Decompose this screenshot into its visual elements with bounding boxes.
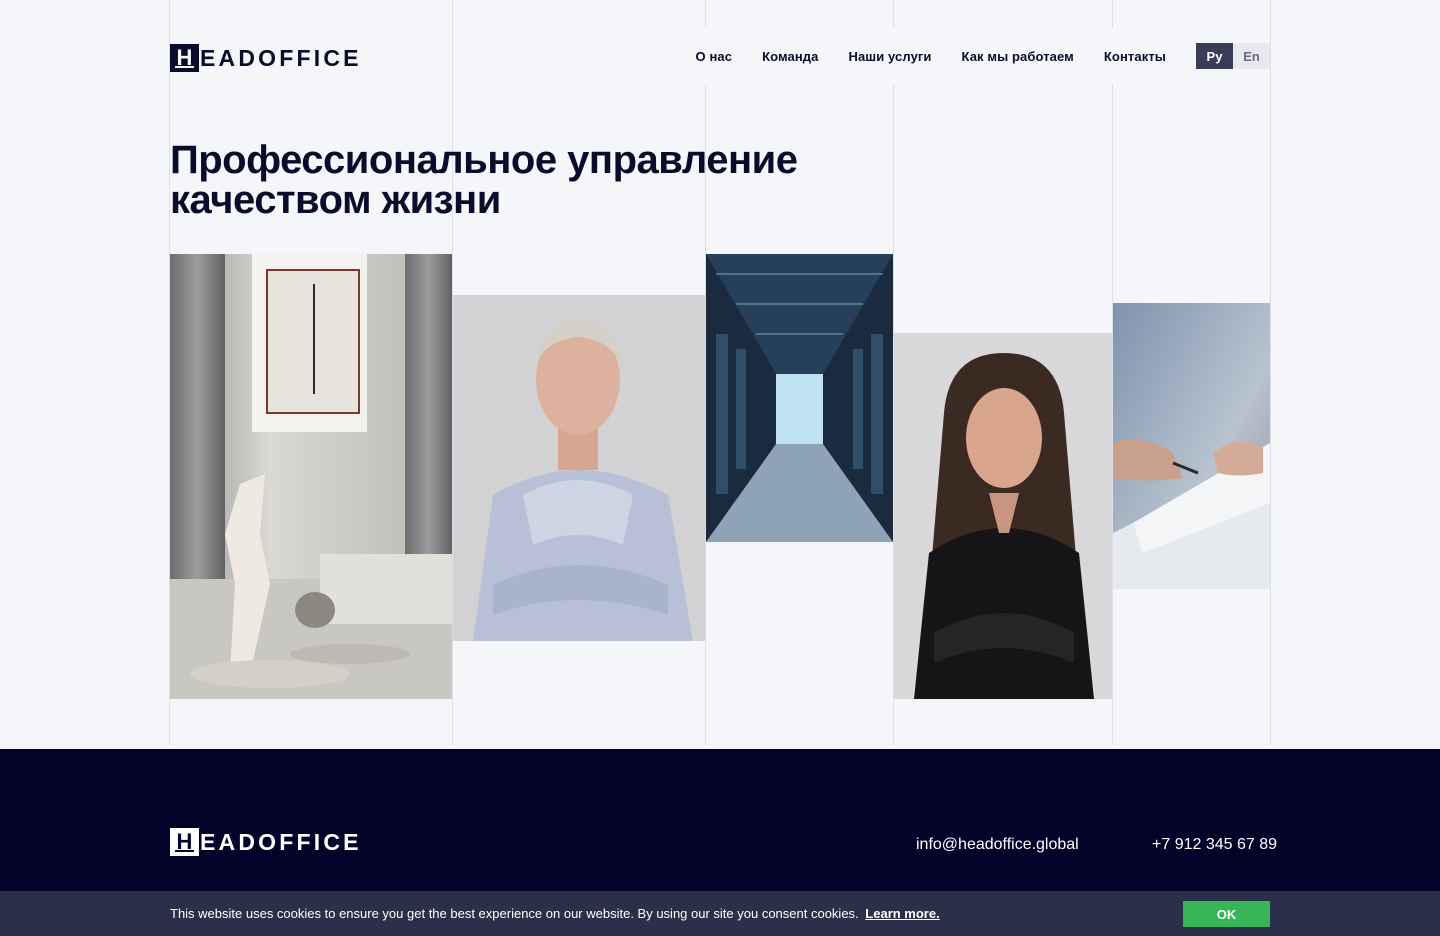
lang-en-button[interactable]: En — [1233, 43, 1270, 69]
logo-wordmark: EADOFFICE — [200, 44, 362, 71]
nav-item-about[interactable]: О нас — [696, 49, 733, 64]
logo-wordmark: EADOFFICE — [200, 828, 362, 855]
cookie-text: This website uses cookies to ensure you … — [170, 906, 859, 921]
grid-line — [1270, 0, 1271, 745]
hero-title: Профессиональное управление качеством жи… — [170, 140, 990, 220]
hero-title-line-1: Профессиональное управление — [170, 138, 798, 182]
footer-email-link[interactable]: info@headoffice.global — [916, 836, 1079, 854]
cookie-learn-more-link[interactable]: Learn more. — [865, 906, 939, 921]
nav-item-how-we-work[interactable]: Как мы работаем — [962, 49, 1074, 64]
woman-portrait-photo — [894, 333, 1112, 699]
nav-item-services[interactable]: Наши услуги — [848, 49, 931, 64]
footer-phone-link[interactable]: +7 912 345 67 89 — [1152, 836, 1277, 854]
nav-item-team[interactable]: Команда — [762, 49, 818, 64]
cookie-message: This website uses cookies to ensure you … — [170, 906, 940, 921]
man-portrait-photo — [453, 295, 705, 641]
lang-ru-button[interactable]: Ру — [1196, 43, 1233, 69]
main-nav: О нас Команда Наши услуги Как мы работае… — [685, 28, 1270, 84]
language-switcher: Ру En — [1196, 43, 1270, 69]
logo-mark: H — [170, 828, 199, 856]
document-signing-photo — [1113, 303, 1270, 589]
server-room-photo — [706, 254, 893, 542]
cookie-banner: This website uses cookies to ensure you … — [0, 891, 1440, 936]
footer-logo[interactable]: H EADOFFICE — [170, 828, 362, 856]
nav-item-contacts[interactable]: Контакты — [1104, 49, 1166, 64]
hero-title-line-2: качеством жизни — [170, 178, 501, 222]
cookie-ok-button[interactable]: OK — [1183, 901, 1270, 927]
site-header: H EADOFFICE О нас Команда Наши услуги Ка… — [170, 28, 1270, 84]
header-logo[interactable]: H EADOFFICE — [170, 44, 362, 72]
logo-mark: H — [170, 44, 199, 72]
interior-photo — [170, 254, 452, 699]
